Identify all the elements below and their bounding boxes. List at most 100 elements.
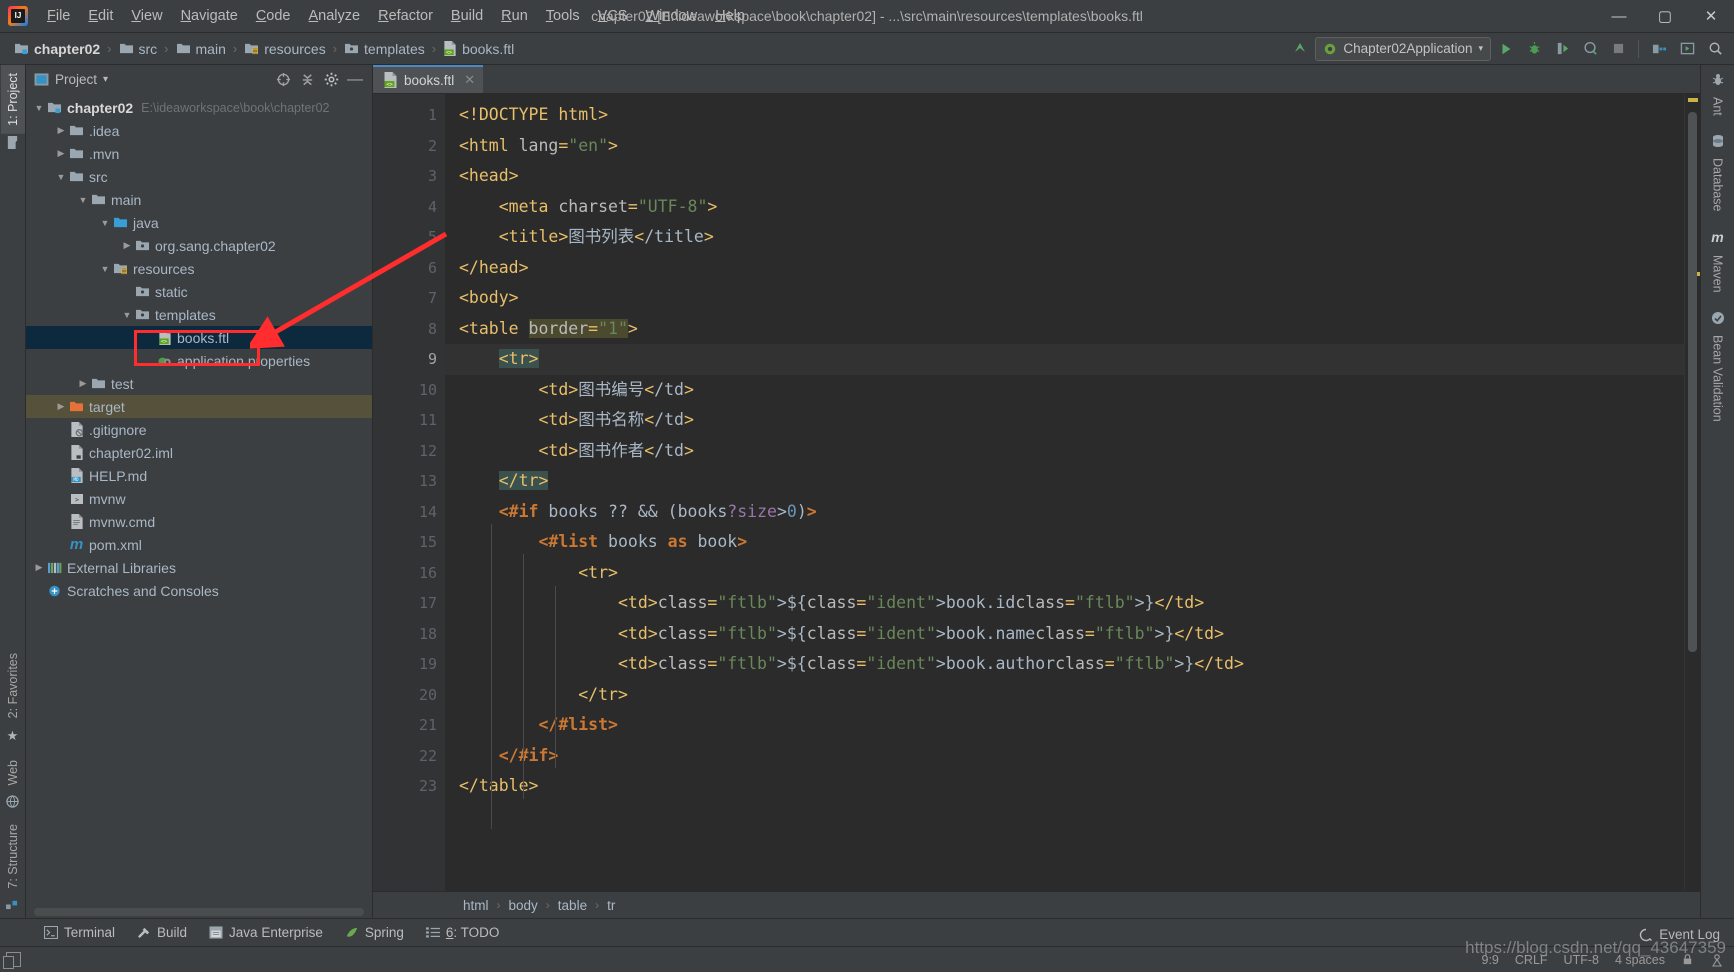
code-line-1[interactable]: <!DOCTYPE html> xyxy=(445,100,1684,131)
menu-item-refactor[interactable]: Refactor xyxy=(369,4,442,28)
sidebar-item-maven[interactable]: Maven xyxy=(1706,247,1730,301)
code-line-13[interactable]: </tr> xyxy=(445,466,1684,497)
chevron-down-icon[interactable]: ▼ xyxy=(76,195,90,205)
gutter-line-2[interactable]: 2▽ xyxy=(373,131,463,162)
gutter-line-5[interactable]: 5 xyxy=(373,222,445,253)
tree-horizontal-scrollbar[interactable] xyxy=(34,908,364,916)
gutter-line-3[interactable]: 3▽ xyxy=(373,161,463,192)
gutter-line-11[interactable]: 11 xyxy=(373,405,445,436)
code-line-19[interactable]: <td>class="ftlb">${class="ident">book.au… xyxy=(445,649,1684,680)
code-line-8[interactable]: <table border="1"> xyxy=(445,314,1684,345)
tree-node--mvn[interactable]: ▶ .mvn xyxy=(26,142,372,165)
gutter-line-16[interactable]: 16▽ xyxy=(373,558,463,589)
chevron-right-icon[interactable]: ▶ xyxy=(76,378,90,389)
gutter-line-15[interactable]: 15▽ xyxy=(373,527,463,558)
line-separator[interactable]: CRLF xyxy=(1515,953,1548,967)
tree-node-scratches-and-consoles[interactable]: Scratches and Consoles xyxy=(26,579,372,602)
gutter-line-13[interactable]: 13△ xyxy=(373,466,463,497)
tree-node--gitignore[interactable]: .gitignore xyxy=(26,418,372,441)
minimize-button[interactable]: — xyxy=(1596,0,1642,32)
editor-breadcrumb-html[interactable]: html xyxy=(459,897,493,914)
tree-node-application-properties[interactable]: application.properties xyxy=(26,349,372,372)
code-editor[interactable]: 12▽3▽456△7▽8▽9💡▽10111213△14▽15▽16▽171819… xyxy=(373,94,1700,891)
editor-marker-strip[interactable] xyxy=(1684,94,1700,891)
sidebar-item-ant[interactable]: Ant xyxy=(1706,89,1730,124)
stop-button[interactable] xyxy=(1605,36,1631,62)
tree-node-mvnw-cmd[interactable]: mvnw.cmd xyxy=(26,510,372,533)
breadcrumb-templates[interactable]: templates xyxy=(340,39,429,59)
tree-node-resources[interactable]: ▼ resources xyxy=(26,257,372,280)
tool-window-java-enterprise[interactable]: Java Enterprise xyxy=(199,922,333,943)
code-line-6[interactable]: </head> xyxy=(445,253,1684,284)
menu-item-run[interactable]: Run xyxy=(492,4,537,28)
tree-node-external-libraries[interactable]: ▶ External Libraries xyxy=(26,556,372,579)
run-with-coverage-button[interactable] xyxy=(1549,36,1575,62)
menu-item-tools[interactable]: Tools xyxy=(537,4,589,28)
collapse-all-icon[interactable] xyxy=(296,69,318,91)
close-button[interactable]: ✕ xyxy=(1688,0,1734,32)
run-configuration-selector[interactable]: Chapter02Application ▾ xyxy=(1315,36,1491,61)
gutter-line-19[interactable]: 19 xyxy=(373,649,445,680)
gutter-line-7[interactable]: 7▽ xyxy=(373,283,463,314)
menu-item-edit[interactable]: Edit xyxy=(79,4,122,28)
code-line-14[interactable]: <#if books ?? && (books?size>0)> xyxy=(445,497,1684,528)
editor-tab-books-ftl[interactable]: <> books.ftl ✕ xyxy=(373,65,484,93)
code-line-9[interactable]: <tr> xyxy=(445,344,1684,375)
tree-node-test[interactable]: ▶ test xyxy=(26,372,372,395)
menu-item-navigate[interactable]: Navigate xyxy=(172,4,247,28)
menu-item-window[interactable]: Window xyxy=(636,4,706,28)
gutter-line-21[interactable]: 21△ xyxy=(373,710,463,741)
chevron-down-icon[interactable]: ▼ xyxy=(54,172,68,182)
code-line-7[interactable]: <body> xyxy=(445,283,1684,314)
tree-node-mvnw[interactable]: > mvnw xyxy=(26,487,372,510)
editor-gutter[interactable]: 12▽3▽456△7▽8▽9💡▽10111213△14▽15▽16▽171819… xyxy=(373,94,485,891)
code-line-11[interactable]: <td>图书名称</td> xyxy=(445,405,1684,436)
gutter-line-10[interactable]: 10 xyxy=(373,375,445,406)
close-icon[interactable]: ✕ xyxy=(464,72,475,88)
chevron-down-icon[interactable]: ▼ xyxy=(98,218,112,228)
menu-item-file[interactable]: File xyxy=(38,4,79,28)
maximize-button[interactable]: ▢ xyxy=(1642,0,1688,32)
menu-item-help[interactable]: Help xyxy=(706,4,754,28)
code-line-21[interactable]: </#list> xyxy=(445,710,1684,741)
gutter-line-14[interactable]: 14▽ xyxy=(373,497,463,528)
menu-item-analyze[interactable]: Analyze xyxy=(300,4,370,28)
code-line-10[interactable]: <td>图书编号</td> xyxy=(445,375,1684,406)
code-line-18[interactable]: <td>class="ftlb">${class="ident">book.na… xyxy=(445,619,1684,650)
gutter-line-17[interactable]: 17 xyxy=(373,588,445,619)
code-line-22[interactable]: </#if> xyxy=(445,741,1684,772)
toggle-tool-windows-icon[interactable] xyxy=(3,952,21,969)
chevron-down-icon[interactable]: ▼ xyxy=(120,310,134,320)
tool-window-spring[interactable]: Spring xyxy=(335,922,414,943)
gutter-line-4[interactable]: 4 xyxy=(373,192,445,223)
gutter-line-1[interactable]: 1 xyxy=(373,100,445,131)
chevron-down-icon[interactable]: ▼ xyxy=(98,264,112,274)
profile-button[interactable] xyxy=(1577,36,1603,62)
breadcrumb-books-ftl[interactable]: <> books.ftl xyxy=(439,39,518,59)
chevron-right-icon[interactable]: ▶ xyxy=(54,125,68,136)
code-line-4[interactable]: <meta charset="UTF-8"> xyxy=(445,192,1684,223)
code-line-17[interactable]: <td>class="ftlb">${class="ident">book.id… xyxy=(445,588,1684,619)
chevron-right-icon[interactable]: ▶ xyxy=(32,562,46,573)
code-line-20[interactable]: </tr> xyxy=(445,680,1684,711)
tree-node-org-sang-chapter02[interactable]: ▶ org.sang.chapter02 xyxy=(26,234,372,257)
gutter-line-6[interactable]: 6△ xyxy=(373,253,463,284)
run-button[interactable] xyxy=(1493,36,1519,62)
gutter-line-8[interactable]: 8▽ xyxy=(373,314,463,345)
code-line-2[interactable]: <html lang="en"> xyxy=(445,131,1684,162)
gutter-line-23[interactable]: 23 xyxy=(373,771,445,802)
code-line-3[interactable]: <head> xyxy=(445,161,1684,192)
gutter-line-20[interactable]: 20△ xyxy=(373,680,463,711)
editor-breadcrumb-body[interactable]: body xyxy=(505,897,542,914)
gutter-line-9[interactable]: 9💡▽ xyxy=(373,344,485,375)
tool-window-build[interactable]: Build xyxy=(127,922,197,943)
tree-node-chapter02-iml[interactable]: chapter02.iml xyxy=(26,441,372,464)
hector-inspection-icon[interactable] xyxy=(1710,953,1724,967)
breadcrumb-src[interactable]: src xyxy=(115,39,162,59)
panel-settings-gear-icon[interactable] xyxy=(320,69,342,91)
breadcrumb-resources[interactable]: resources xyxy=(240,39,329,59)
tree-node-chapter02[interactable]: ▼ chapter02 E:\ideaworkspace\book\chapter0… xyxy=(26,96,372,119)
chevron-right-icon[interactable]: ▶ xyxy=(54,401,68,412)
project-structure-button[interactable] xyxy=(1646,36,1672,62)
lock-icon[interactable] xyxy=(1681,953,1694,966)
